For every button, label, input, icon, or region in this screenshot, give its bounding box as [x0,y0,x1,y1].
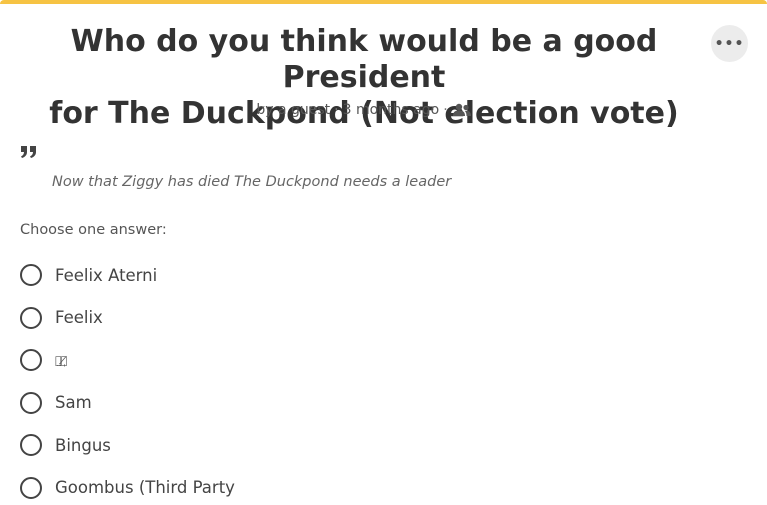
answer-options: Feelix Aterni Feelix ﾐ̤ﾐ̸̩ Sam Bingus Go… [20,254,720,505]
radio-button[interactable] [20,349,42,372]
answer-label: Bingus [55,435,111,455]
answer-label: Feelix [55,308,103,328]
poll-meta: by a guest · 3 months ago · [0,102,728,118]
poll-card: ••• Who do you think would be a good Pre… [0,0,767,505]
radio-button[interactable] [20,476,42,499]
answer-option[interactable]: Bingus [20,424,720,467]
title-line-1: Who do you think would be a good Preside… [70,24,658,95]
poll-description: Now that Ziggy has died The Duckpond nee… [52,174,452,190]
meta-separator: · [443,102,448,118]
answer-label: Sam [55,393,92,413]
answer-option[interactable]: ﾐ̤ﾐ̸̩ [20,339,720,382]
author-label: by a guest [256,102,331,118]
users-icon [452,103,472,117]
answer-prompt: Choose one answer: [20,222,167,238]
answer-label: ﾐ̤ﾐ̸̩ [55,353,67,367]
answer-option[interactable]: Goombus (Third Party [20,467,720,505]
answer-option[interactable]: Feelix [20,297,720,340]
radio-button[interactable] [20,306,42,329]
quote-icon [20,144,40,164]
answer-label: Goombus (Third Party [55,478,235,498]
radio-button[interactable] [20,434,42,457]
time-ago-label: 3 months ago [342,102,440,118]
meta-separator: · [334,102,339,118]
radio-button[interactable] [20,391,42,414]
answer-option[interactable]: Feelix Aterni [20,254,720,297]
radio-button[interactable] [20,264,42,287]
answer-label: Feelix Aterni [55,265,158,285]
answer-option[interactable]: Sam [20,382,720,425]
